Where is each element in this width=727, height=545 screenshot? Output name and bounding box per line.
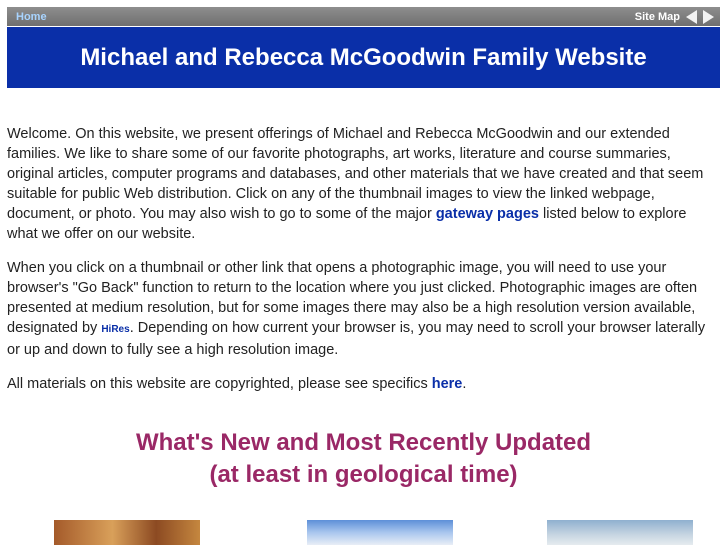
intro-paragraph-copyright: All materials on this website are copyri… xyxy=(7,374,721,394)
thumbnail-landscape[interactable] xyxy=(547,520,693,545)
whats-new-heading: What's New and Most Recently Updated (at… xyxy=(0,427,727,491)
intro-text: All materials on this website are copyri… xyxy=(7,376,432,392)
top-nav-bar: Home Site Map xyxy=(7,7,720,26)
intro-text: . xyxy=(462,376,467,392)
whats-new-subtitle: (at least in geological time) xyxy=(209,461,518,488)
site-title: Michael and Rebecca McGoodwin Family Web… xyxy=(80,43,647,71)
intro-paragraph-navigation: When you click on a thumbnail or other l… xyxy=(7,258,721,360)
home-link[interactable]: Home xyxy=(16,11,47,23)
previous-arrow-icon[interactable] xyxy=(686,9,697,24)
gateway-pages-link[interactable]: gateway pages xyxy=(436,206,539,222)
top-nav-right: Site Map xyxy=(635,9,714,24)
thumbnail-painting[interactable] xyxy=(54,520,200,545)
whats-new-title: What's New and Most Recently Updated xyxy=(135,429,592,456)
next-arrow-icon[interactable] xyxy=(703,9,714,24)
hires-label: HiRes xyxy=(101,324,130,335)
copyright-here-link[interactable]: here xyxy=(432,376,463,392)
intro-content: Welcome. On this website, we present off… xyxy=(7,124,721,408)
thumbnail-mountain[interactable] xyxy=(307,520,453,545)
intro-paragraph-welcome: Welcome. On this website, we present off… xyxy=(7,124,721,244)
site-title-banner: Michael and Rebecca McGoodwin Family Web… xyxy=(7,27,720,88)
site-map-link[interactable]: Site Map xyxy=(635,11,680,23)
